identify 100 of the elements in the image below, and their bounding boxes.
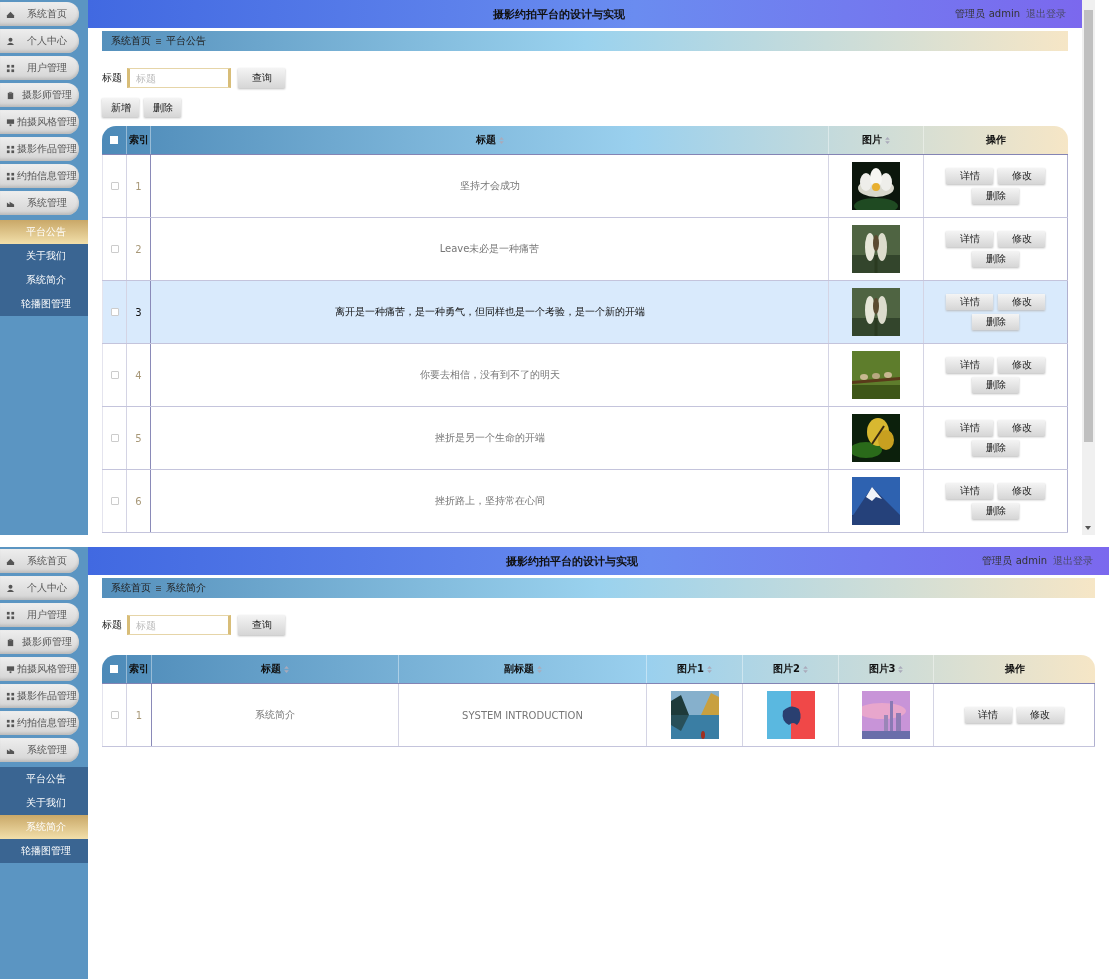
table-row[interactable]: 1 系统简介 SYSTEM INTRODUCTION 详情 修改: [102, 684, 1095, 747]
breadcrumb-link[interactable]: 系统简介: [166, 581, 206, 595]
column-header[interactable]: 图片1: [677, 662, 704, 676]
sort-icon[interactable]: [284, 665, 289, 673]
action-button[interactable]: 删除: [972, 377, 1019, 393]
submenu-item[interactable]: 平台公告: [0, 767, 88, 791]
select-all-checkbox[interactable]: [110, 136, 118, 144]
search-label: 标题: [102, 71, 122, 85]
row-checkbox[interactable]: [110, 497, 119, 505]
action-button[interactable]: 详情: [964, 707, 1012, 723]
action-button[interactable]: 修改: [1016, 707, 1064, 723]
row-checkbox[interactable]: [110, 711, 119, 719]
sort-icon[interactable]: [885, 136, 890, 144]
submenu-item[interactable]: 关于我们: [0, 244, 88, 268]
action-button[interactable]: 修改: [998, 168, 1045, 184]
menu-item[interactable]: 用户管理: [0, 603, 79, 627]
search-field[interactable]: 标题: [127, 68, 231, 88]
sort-icon[interactable]: [803, 665, 808, 673]
menu-item[interactable]: 拍摄风格管理: [0, 657, 79, 681]
row-checkbox[interactable]: [110, 182, 119, 190]
action-button[interactable]: 修改: [998, 231, 1045, 247]
submenu-item[interactable]: 关于我们: [0, 791, 88, 815]
index-text: 5: [135, 432, 142, 444]
monitor-icon: [6, 664, 15, 674]
breadcrumb-link[interactable]: 系统首页: [111, 34, 151, 48]
table-row[interactable]: 2 Leave未必是一种痛苦 详情 修改 删除: [102, 218, 1068, 281]
column-header[interactable]: 副标题: [503, 662, 534, 676]
menu-item[interactable]: 个人中心: [0, 29, 79, 53]
sort-icon[interactable]: [898, 665, 904, 673]
action-button[interactable]: 删除: [972, 440, 1019, 456]
cell-text: Leave未必是一种痛苦: [439, 242, 540, 256]
menu-item[interactable]: 摄影师管理: [0, 83, 79, 107]
submenu-item[interactable]: 轮播图管理: [0, 839, 88, 863]
menu-item[interactable]: 个人中心: [0, 576, 79, 600]
row-checkbox[interactable]: [110, 245, 119, 253]
breadcrumb-link[interactable]: 平台公告: [166, 34, 206, 48]
table-row[interactable]: 6 挫折路上，坚持常在心间 详情 修改 删除: [102, 470, 1068, 533]
row-checkbox[interactable]: [110, 371, 119, 379]
sort-icon[interactable]: [707, 665, 712, 673]
action-button[interactable]: 详情: [946, 420, 993, 436]
menu-item[interactable]: 用户管理: [0, 56, 79, 80]
sort-icon[interactable]: [498, 136, 504, 144]
separator-icon: [156, 585, 161, 591]
action-button[interactable]: 删除: [972, 503, 1019, 519]
menu-item[interactable]: 约拍信息管理: [0, 711, 79, 735]
menu-item[interactable]: 系统首页: [0, 549, 79, 573]
submenu-item[interactable]: 轮播图管理: [0, 292, 88, 316]
menu-item[interactable]: 拍摄风格管理: [0, 110, 79, 134]
row-checkbox[interactable]: [110, 434, 119, 442]
action-button[interactable]: 修改: [998, 483, 1045, 499]
column-header: 操作: [1004, 662, 1025, 676]
table-row[interactable]: 1 坚持才会成功 详情 修改 删除: [102, 155, 1068, 218]
breadcrumb-link[interactable]: 系统首页: [111, 581, 151, 595]
action-button[interactable]: 删除: [972, 188, 1019, 204]
cell-text: 挫折路上，坚持常在心间: [434, 494, 545, 508]
menu-item[interactable]: 摄影师管理: [0, 630, 79, 654]
grid-icon: [6, 610, 15, 620]
index-text: 1: [135, 709, 143, 721]
action-button[interactable]: 详情: [946, 294, 993, 310]
search-button[interactable]: 查询: [238, 68, 285, 88]
action-button[interactable]: 修改: [998, 357, 1045, 373]
search-button[interactable]: 查询: [238, 615, 285, 635]
column-header[interactable]: 标题: [261, 662, 281, 676]
clipboard-icon: [6, 637, 15, 647]
column-header[interactable]: 图片: [862, 133, 882, 147]
column-header[interactable]: 标题: [475, 133, 496, 147]
action-button[interactable]: 详情: [946, 168, 993, 184]
row-checkbox[interactable]: [110, 308, 119, 316]
scrollbar[interactable]: [1082, 0, 1095, 535]
menu-item[interactable]: 约拍信息管理: [0, 164, 79, 188]
table-row[interactable]: 3 离开是一种痛苦，是一种勇气，但同样也是一个考验，是一个新的开端 详情 修改 删除: [102, 281, 1068, 344]
menu-item[interactable]: 系统管理: [0, 191, 79, 215]
action-button[interactable]: 修改: [998, 294, 1045, 310]
search-field[interactable]: 标题: [127, 615, 231, 635]
table-row[interactable]: 4 你要去相信，没有到不了的明天 详情 修改 删除: [102, 344, 1068, 407]
index-text: 1: [135, 180, 142, 192]
grid-icon: [6, 691, 15, 701]
submenu-item[interactable]: 系统简介: [0, 268, 88, 292]
toolbar-button[interactable]: 新增: [102, 98, 139, 117]
cell-text: SYSTEM INTRODUCTION: [462, 709, 583, 721]
menu-item[interactable]: 系统首页: [0, 2, 79, 26]
menu-item[interactable]: 摄影作品管理: [0, 137, 79, 161]
toolbar-button[interactable]: 删除: [144, 98, 181, 117]
column-header[interactable]: 图片2: [773, 662, 800, 676]
action-button[interactable]: 删除: [972, 314, 1019, 330]
action-button[interactable]: 详情: [946, 483, 993, 499]
table-row[interactable]: 5 挫折是另一个生命的开端 详情 修改 删除: [102, 407, 1068, 470]
app-title: 摄影约拍平台的设计与实现: [505, 553, 640, 569]
scroll-down-icon[interactable]: [1084, 525, 1092, 531]
select-all-checkbox[interactable]: [110, 665, 118, 673]
column-header[interactable]: 图片3: [868, 662, 896, 676]
action-button[interactable]: 详情: [946, 357, 993, 373]
menu-item[interactable]: 摄影作品管理: [0, 684, 79, 708]
search-label: 标题: [102, 618, 122, 632]
action-button[interactable]: 删除: [972, 251, 1019, 267]
sort-icon[interactable]: [536, 665, 542, 673]
action-button[interactable]: 修改: [998, 420, 1045, 436]
menu-item[interactable]: 系统管理: [0, 738, 79, 762]
action-button[interactable]: 详情: [946, 231, 993, 247]
user-label: 管理员 admin: [982, 554, 1047, 568]
